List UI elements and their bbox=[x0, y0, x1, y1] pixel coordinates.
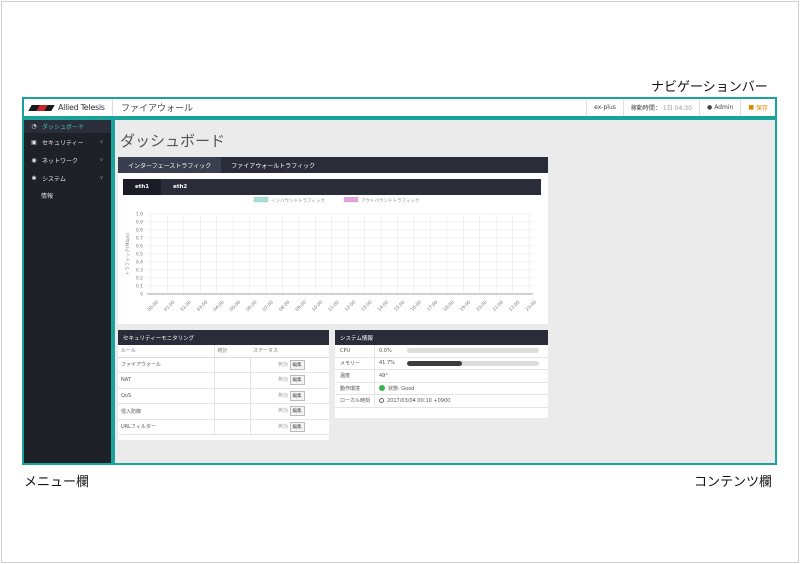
content-callout: コンテンツ欄 bbox=[694, 475, 773, 490]
content-highlight bbox=[113, 118, 777, 465]
menu-callout: メニュー欄 bbox=[24, 475, 90, 490]
navbar-callout: ナビゲーションバー bbox=[651, 80, 768, 95]
navbar-highlight bbox=[22, 97, 777, 118]
menu-highlight bbox=[22, 118, 113, 465]
